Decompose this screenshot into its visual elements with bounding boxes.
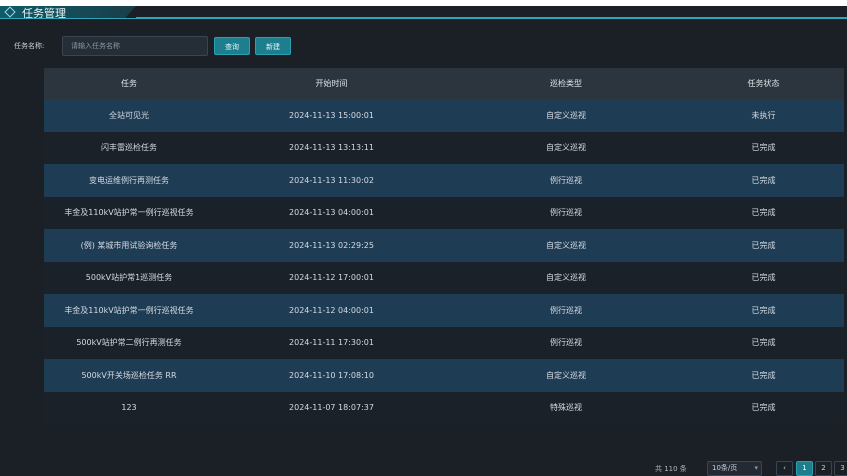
task-name-cell: 全站可见光 <box>109 110 149 120</box>
task-name-cell: 500kV站护常二例行再测任务 <box>76 338 182 348</box>
chevron-down-icon: ▾ <box>754 464 758 472</box>
start-time-cell: 2024-11-13 13:13:11 <box>289 143 374 153</box>
new-button[interactable]: 新建 <box>255 37 291 55</box>
table-row[interactable]: 500kV站护常二例行再测任务 2024-11-11 17:30:01 例行巡视… <box>44 326 844 359</box>
page-button-3[interactable]: 3 <box>834 461 847 476</box>
query-button[interactable]: 查询 <box>214 37 250 55</box>
task-name-cell: 丰金及110kV站护常一例行巡视任务 <box>64 208 194 218</box>
start-time-cell: 2024-11-13 11:30:02 <box>289 175 374 185</box>
table-header: 任务 开始时间 巡检类型 任务状态 <box>44 68 844 99</box>
task-name-cell: 丰金及110kV站护常一例行巡视任务 <box>64 305 194 315</box>
search-bar: 任务名称: 查询 新建 <box>0 36 847 58</box>
table-row[interactable]: 123 2024-11-07 18:07:37 特殊巡视 已完成 <box>44 391 844 424</box>
type-cell: 自定义巡视 <box>546 240 586 250</box>
total-count: 共 110 条 <box>655 465 687 473</box>
type-cell: 例行巡视 <box>550 175 582 185</box>
status-cell: 已完成 <box>751 403 776 413</box>
status-cell: 已完成 <box>751 370 776 380</box>
table-row[interactable]: (例) 某城市用试验询检任务 2024-11-13 02:29:25 自定义巡视… <box>44 229 844 262</box>
table-row[interactable]: 丰金及110kV站护常一例行巡视任务 2024-11-13 04:00:01 例… <box>44 196 844 229</box>
page-size-value: 10条/页 <box>712 464 738 472</box>
column-header-status[interactable]: 任务状态 <box>683 68 844 99</box>
type-cell: 例行巡视 <box>550 208 582 218</box>
start-time-cell: 2024-11-13 02:29:25 <box>289 240 374 250</box>
status-cell: 已完成 <box>751 240 776 250</box>
task-name-cell: 闪丰雷巡检任务 <box>101 143 157 153</box>
start-time-cell: 2024-11-13 15:00:01 <box>289 110 374 120</box>
page-title: 任务管理 <box>22 7 66 20</box>
column-header-task[interactable]: 任务 <box>44 68 214 99</box>
start-time-cell: 2024-11-11 17:30:01 <box>289 338 374 348</box>
task-name-cell: 500kV站护常1巡测任务 <box>85 273 173 283</box>
title-tab: 任务管理 <box>0 6 136 18</box>
type-cell: 例行巡视 <box>550 338 582 348</box>
page-button-2[interactable]: 2 <box>815 461 832 476</box>
status-cell: 未执行 <box>751 110 776 120</box>
start-time-cell: 2024-11-10 17:08:10 <box>289 370 374 380</box>
column-header-inspection-type[interactable]: 巡检类型 <box>449 68 683 99</box>
status-cell: 已完成 <box>751 175 776 185</box>
window-titlebar: 任务管理 <box>0 6 847 19</box>
table-row[interactable]: 变电运维例行再测任务 2024-11-13 11:30:02 例行巡视 已完成 <box>44 164 844 197</box>
page-button-1[interactable]: 1 <box>796 461 813 476</box>
table-row[interactable]: 全站可见光 2024-11-13 15:00:01 自定义巡视 未执行 <box>44 99 844 132</box>
type-cell: 自定义巡视 <box>546 273 586 283</box>
task-table: 任务 开始时间 巡检类型 任务状态 全站可见光 2024-11-13 15:00… <box>44 68 844 424</box>
type-cell: 自定义巡视 <box>546 370 586 380</box>
task-name-cell: 500kV开关场巡检任务 RR <box>81 370 177 380</box>
type-cell: 特殊巡视 <box>550 403 582 413</box>
type-cell: 自定义巡视 <box>546 143 586 153</box>
start-time-cell: 2024-11-07 18:07:37 <box>289 403 374 413</box>
task-name-cell: 123 <box>121 403 137 413</box>
table-row[interactable]: 闪丰雷巡检任务 2024-11-13 13:13:11 自定义巡视 已完成 <box>44 131 844 164</box>
column-header-start-time[interactable]: 开始时间 <box>214 68 449 99</box>
start-time-cell: 2024-11-13 04:00:01 <box>289 208 374 218</box>
task-name-search-input[interactable] <box>62 36 208 56</box>
pagination: 共 110 条 10条/页 ▾ ‹ 1 2 3 <box>0 459 847 476</box>
type-cell: 例行巡视 <box>550 305 582 315</box>
start-time-cell: 2024-11-12 17:00:01 <box>289 273 374 283</box>
title-divider <box>136 17 847 18</box>
prev-page-button[interactable]: ‹ <box>776 461 793 476</box>
table-row[interactable]: 丰金及110kV站护常一例行巡视任务 2024-11-12 04:00:01 例… <box>44 294 844 327</box>
table-row[interactable]: 500kV开关场巡检任务 RR 2024-11-10 17:08:10 自定义巡… <box>44 359 844 392</box>
status-cell: 已完成 <box>751 208 776 218</box>
status-cell: 已完成 <box>751 305 776 315</box>
page-size-select[interactable]: 10条/页 ▾ <box>707 461 762 476</box>
status-cell: 已完成 <box>751 143 776 153</box>
start-time-cell: 2024-11-12 04:00:01 <box>289 305 374 315</box>
table-row[interactable]: 500kV站护常1巡测任务 2024-11-12 17:00:01 自定义巡视 … <box>44 261 844 294</box>
status-cell: 已完成 <box>751 338 776 348</box>
task-name-cell: 变电运维例行再测任务 <box>89 175 169 185</box>
search-label: 任务名称: <box>14 42 45 50</box>
task-name-cell: (例) 某城市用试验询检任务 <box>80 240 178 250</box>
type-cell: 自定义巡视 <box>546 110 586 120</box>
status-cell: 已完成 <box>751 273 776 283</box>
diamond-icon <box>4 6 16 18</box>
